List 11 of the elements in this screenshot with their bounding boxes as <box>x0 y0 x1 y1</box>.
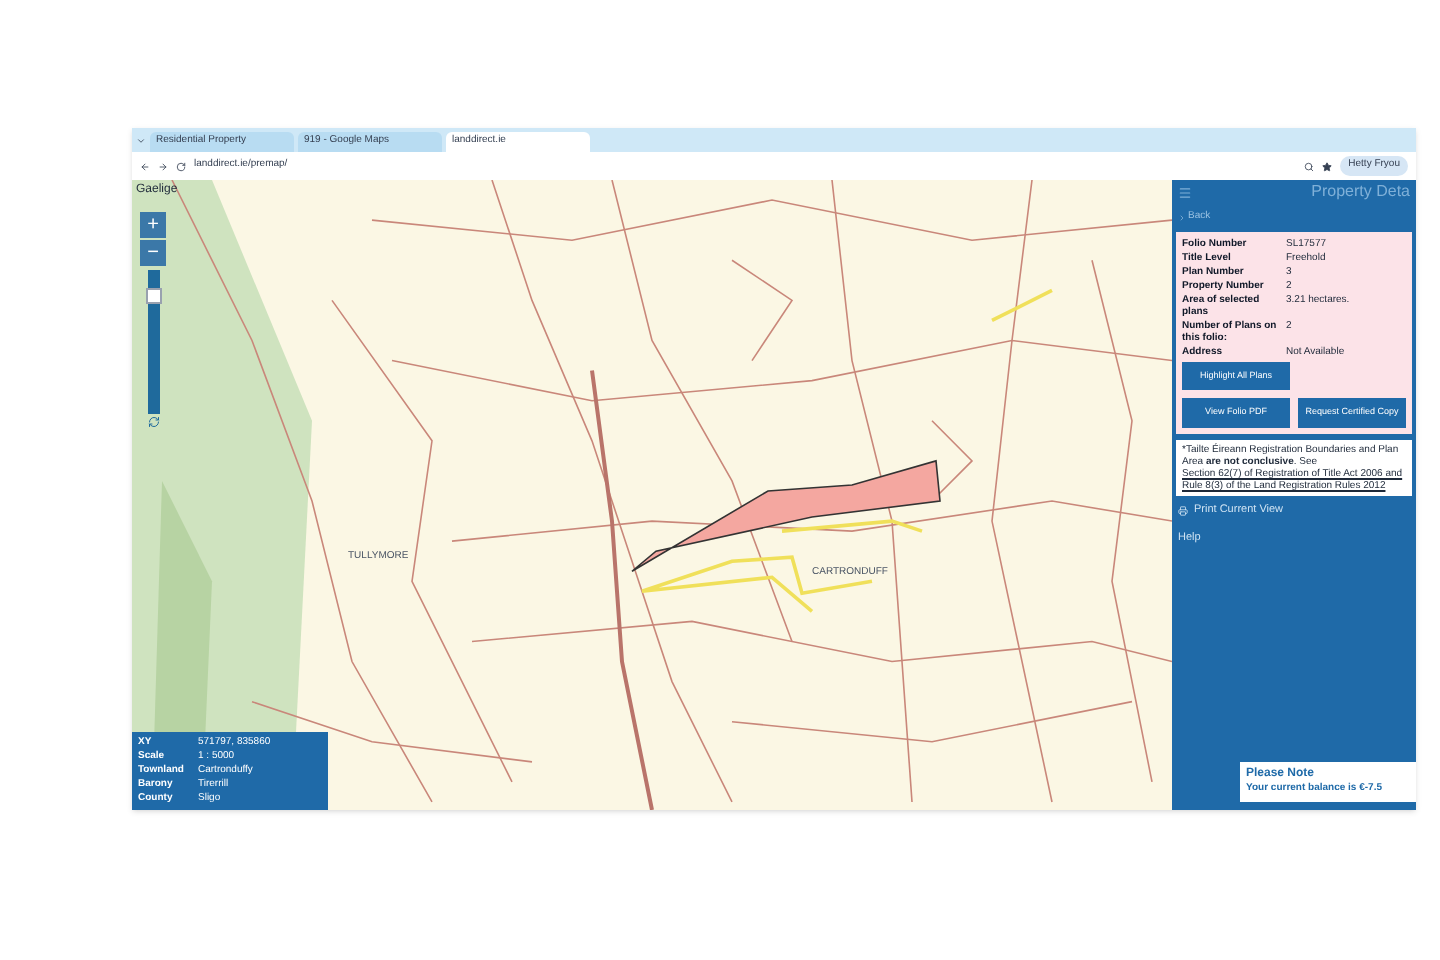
back-arrow-icon[interactable] <box>140 161 150 171</box>
refresh-icon[interactable] <box>147 416 159 428</box>
search-icon[interactable] <box>1304 161 1315 171</box>
reload-icon[interactable] <box>176 161 186 171</box>
panel-title: Property Deta <box>1311 180 1410 204</box>
star-icon[interactable] <box>1322 161 1333 171</box>
caret-icon[interactable] <box>136 135 146 145</box>
zoom-in-button[interactable]: + <box>140 212 166 238</box>
printer-icon <box>1178 505 1188 516</box>
forward-arrow-icon[interactable] <box>158 161 168 171</box>
zoom-out-button[interactable]: − <box>140 240 166 266</box>
